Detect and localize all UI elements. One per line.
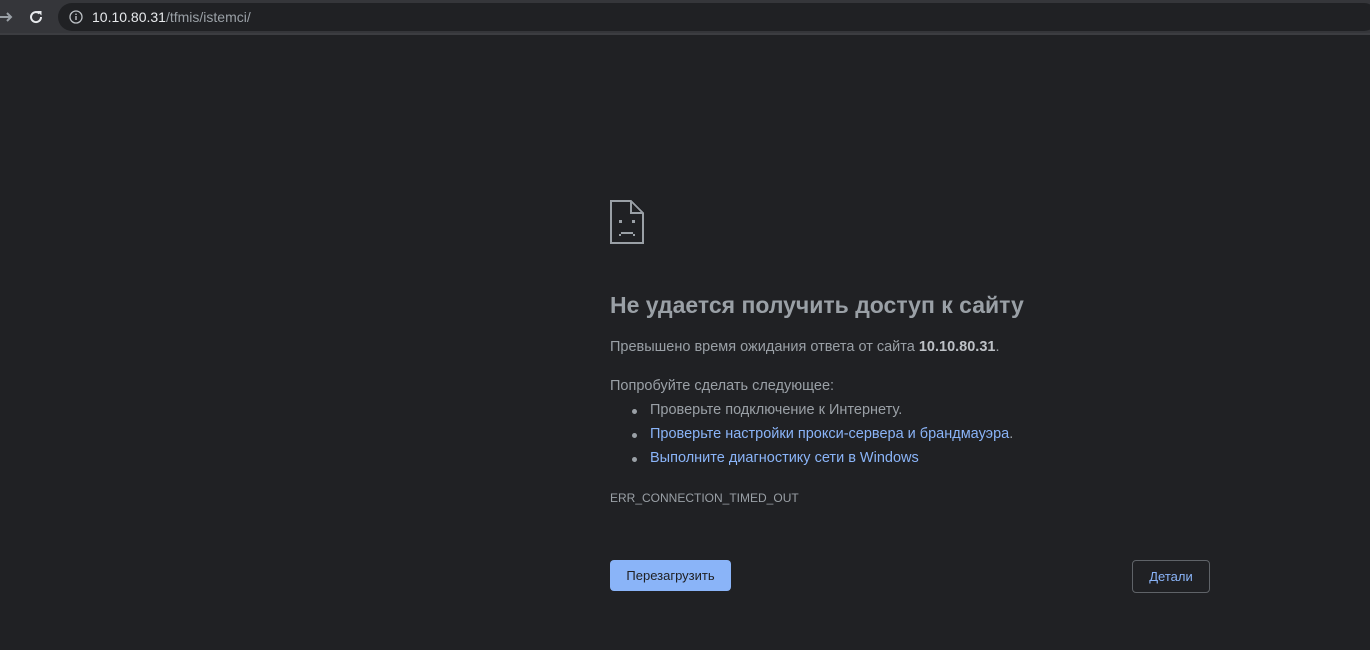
description-host: 10.10.80.31 <box>918 339 996 355</box>
forward-button[interactable] <box>0 5 18 29</box>
description-suffix: . <box>995 339 1000 355</box>
toolbar-divider <box>0 33 1370 35</box>
error-description: Превышено время ожидания ответа от сайта… <box>610 339 1000 355</box>
error-code: ERR_CONNECTION_TIMED_OUT <box>610 491 799 505</box>
suggestion-tail: . <box>1009 426 1014 442</box>
suggestion-check-proxy: Проверьте настройки прокси-сервера и бра… <box>632 426 1013 450</box>
description-prefix: Превышено время ожидания ответа от сайта <box>610 339 919 355</box>
suggestion-text: Проверьте подключение к Интернету. <box>650 402 903 418</box>
suggestions-heading: Попробуйте сделать следующее: <box>610 378 835 394</box>
forward-arrow-icon <box>0 12 13 22</box>
suggestion-check-connection: Проверьте подключение к Интернету. <box>632 402 1013 426</box>
reload-button[interactable]: Перезагрузить <box>610 560 731 591</box>
suggestions-list: Проверьте подключение к Интернету. Прове… <box>632 402 1013 474</box>
check-proxy-link[interactable]: Проверьте настройки прокси-сервера и бра… <box>650 426 1009 442</box>
url-path: /tfmis/istemci/ <box>165 9 251 25</box>
info-icon[interactable] <box>68 9 84 25</box>
reload-page-button[interactable] <box>24 5 48 29</box>
url-text: 10.10.80.31/tfmis/istemci/ <box>92 9 251 25</box>
reload-icon <box>30 11 43 24</box>
address-bar[interactable]: 10.10.80.31/tfmis/istemci/ <box>58 3 1370 31</box>
url-host: 10.10.80.31 <box>92 9 166 25</box>
error-title: Не удается получить доступ к сайту <box>610 292 1024 318</box>
browser-toolbar: 10.10.80.31/tfmis/istemci/ <box>0 0 1370 35</box>
sad-document-icon <box>610 200 644 244</box>
details-button[interactable]: Детали <box>1132 560 1210 593</box>
network-diagnostics-link[interactable]: Выполните диагностику сети в Windows <box>650 450 919 466</box>
suggestion-run-diagnostics: Выполните диагностику сети в Windows <box>632 450 1013 474</box>
